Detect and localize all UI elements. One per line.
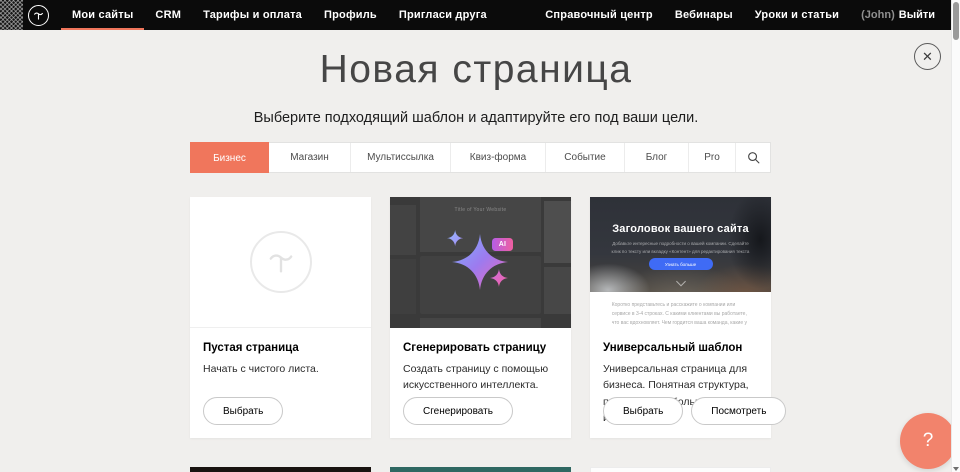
template-card-blank[interactable]: Пустая страница Начать с чистого листа. … xyxy=(190,197,371,438)
tab-search[interactable] xyxy=(736,143,770,172)
new-page-modal-screen: Мои сайты CRM Тарифы и оплата Профиль Пр… xyxy=(0,0,960,472)
tab-shop[interactable]: Магазин xyxy=(269,143,351,172)
generate-button[interactable]: Сгенерировать xyxy=(403,397,513,425)
card-body: Универсальный шаблон Универсальная стран… xyxy=(590,328,771,438)
scrollbar-thumb[interactable] xyxy=(953,2,959,40)
tilda-logo[interactable] xyxy=(28,0,49,30)
view-button[interactable]: Посмотреть xyxy=(691,397,786,425)
template-card-ai-generate[interactable]: Title of Your Website AI xyxy=(390,197,571,438)
search-icon xyxy=(747,151,760,164)
template-card-partial-2[interactable] xyxy=(390,467,571,472)
tab-quiz-form[interactable]: Квиз-форма xyxy=(451,143,546,172)
nav-item-lessons[interactable]: Уроки и статьи xyxy=(744,9,850,21)
scroll-down-arrow-icon[interactable] xyxy=(953,467,959,471)
universal-template-preview: Заголовок вашего сайта Добавьте интересн… xyxy=(590,197,771,328)
card-actions: Сгенерировать xyxy=(403,397,513,425)
question-icon: ? xyxy=(923,430,934,452)
template-card-partial-3[interactable] xyxy=(590,467,771,472)
card-description: Создать страницу с помощью искусственног… xyxy=(403,361,558,394)
tab-business[interactable]: Бизнес xyxy=(190,142,269,173)
tab-pro[interactable]: Pro xyxy=(689,143,736,172)
card-title: Универсальный шаблон xyxy=(603,342,758,354)
main-nav: Мои сайты CRM Тарифы и оплата Профиль Пр… xyxy=(61,0,498,30)
tab-event[interactable]: Событие xyxy=(546,143,625,172)
nav-item-crm[interactable]: CRM xyxy=(144,0,192,30)
background-pattern xyxy=(0,0,23,30)
ai-badge: AI xyxy=(492,238,513,251)
preview-hero-title: Заголовок вашего сайта xyxy=(590,223,771,235)
ai-sparkle-icon xyxy=(390,197,571,328)
ai-template-preview: Title of Your Website AI xyxy=(390,197,571,328)
card-body: Сгенерировать страницу Создать страницу … xyxy=(390,328,571,438)
nav-item-invite-friend[interactable]: Пригласи друга xyxy=(388,0,498,30)
nav-item-help-center[interactable]: Справочный центр xyxy=(534,9,664,21)
preview-hero-subtitle: Добавьте интересные подробности о вашей … xyxy=(610,240,751,256)
blank-template-preview xyxy=(190,197,371,328)
template-card-universal[interactable]: Заголовок вашего сайта Добавьте интересн… xyxy=(590,197,771,438)
nav-item-my-sites[interactable]: Мои сайты xyxy=(61,0,144,30)
tab-blog[interactable]: Блог xyxy=(625,143,689,172)
nav-item-plans[interactable]: Тарифы и оплата xyxy=(192,0,313,30)
scrollbar[interactable] xyxy=(951,0,960,472)
tilda-watermark-icon xyxy=(250,231,312,293)
card-description: Начать с чистого листа. xyxy=(203,361,358,377)
tilda-logo-icon xyxy=(28,5,49,26)
card-actions: Выбрать Посмотреть xyxy=(603,397,786,425)
preview-body-section: Коротко представьтесь и расскажите о ком… xyxy=(590,292,771,328)
card-title: Сгенерировать страницу xyxy=(403,342,558,354)
template-card-partial-1[interactable] xyxy=(190,467,371,472)
page-subtitle: Выберите подходящий шаблон и адаптируйте… xyxy=(0,110,952,126)
logout-label: Выйти xyxy=(899,9,935,21)
select-button[interactable]: Выбрать xyxy=(603,397,683,425)
preview-body-text: Коротко представьтесь и расскажите о ком… xyxy=(612,301,750,328)
preview-hero: Заголовок вашего сайта Добавьте интересн… xyxy=(590,197,771,292)
tab-multilink[interactable]: Мультиссылка xyxy=(351,143,451,172)
template-category-tabs: Бизнес Магазин Мультиссылка Квиз-форма С… xyxy=(190,142,771,173)
nav-item-profile[interactable]: Профиль xyxy=(313,0,388,30)
card-title: Пустая страница xyxy=(203,342,358,354)
page-title: Новая страница xyxy=(0,48,952,92)
card-body: Пустая страница Начать с чистого листа. … xyxy=(190,328,371,438)
nav-item-webinars[interactable]: Вебинары xyxy=(664,9,744,21)
card-actions: Выбрать xyxy=(203,397,283,425)
secondary-nav: Справочный центр Вебинары Уроки и статьи… xyxy=(534,0,946,30)
chevron-down-icon xyxy=(676,277,686,287)
help-button[interactable]: ? xyxy=(900,413,956,469)
preview-hero-button: Узнать больше xyxy=(649,258,713,270)
logout-link[interactable]: (John) Выйти xyxy=(850,9,946,21)
topbar: Мои сайты CRM Тарифы и оплата Профиль Пр… xyxy=(0,0,960,30)
select-button[interactable]: Выбрать xyxy=(203,397,283,425)
user-name: (John) xyxy=(861,9,895,21)
